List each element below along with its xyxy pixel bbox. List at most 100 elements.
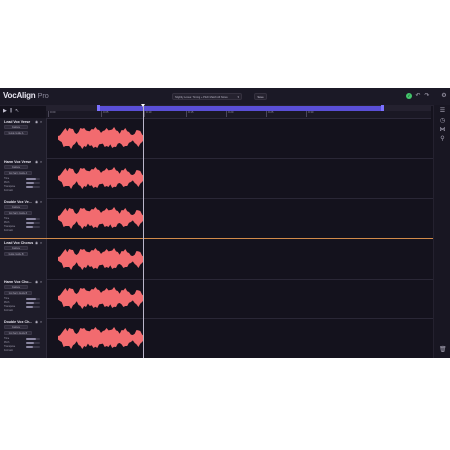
track-panel: Double Vox Ve... ◉ × Capture Gst harm Gu… bbox=[0, 198, 47, 238]
monitor-icon[interactable]: ◉ bbox=[35, 241, 38, 245]
waveform[interactable] bbox=[58, 206, 144, 230]
pitch-slider[interactable] bbox=[26, 301, 40, 304]
play-icon[interactable]: ▶ bbox=[3, 107, 7, 115]
track-panel: Lead Vox Verse ◉ × Capture Guide Guide A bbox=[0, 118, 47, 158]
pitch-slider[interactable] bbox=[26, 181, 40, 184]
close-icon[interactable]: × bbox=[40, 280, 42, 284]
transpose-slider[interactable] bbox=[26, 225, 40, 228]
pitch-label: Pitch bbox=[4, 341, 10, 344]
waveform[interactable] bbox=[58, 126, 144, 150]
track-name: Double Vox Ve... bbox=[4, 200, 32, 204]
monitor-icon[interactable]: ◉ bbox=[35, 320, 38, 324]
track-panel: Lead Vox Chorus ◉ × Capture Guide Guide … bbox=[0, 239, 47, 279]
ruler-tick: 0:20 bbox=[226, 111, 233, 117]
list-icon[interactable]: ☰ bbox=[439, 108, 446, 115]
close-icon[interactable]: × bbox=[40, 200, 42, 204]
preset-dropdown[interactable]: Slightly Loose: Timing + Pitch Match All… bbox=[172, 93, 242, 100]
transpose-slider[interactable] bbox=[26, 345, 40, 348]
monitor-icon[interactable]: ◉ bbox=[35, 120, 38, 124]
time-slider[interactable] bbox=[26, 217, 40, 220]
ruler-tick: 0:00 bbox=[48, 111, 55, 117]
header-bar: VocAlign Pro Slightly Loose: Timing + Pi… bbox=[0, 88, 450, 106]
save-button[interactable]: Save bbox=[254, 93, 267, 100]
time-label: Time bbox=[4, 297, 10, 300]
time-slider[interactable] bbox=[26, 177, 40, 180]
settings-icon[interactable]: ⚙ bbox=[441, 93, 447, 99]
track-panel: Harm Vox Cho... ◉ × Capture Gst harm Gui… bbox=[0, 278, 47, 318]
pitch-label: Pitch bbox=[4, 181, 10, 184]
monitor-icon[interactable]: ◉ bbox=[35, 200, 38, 204]
track-lane[interactable]: Double Vox Ve... ◉ × Capture Gst harm Gu… bbox=[0, 198, 433, 239]
track-lane[interactable]: Double Vox Ch... ◉ × Capture Gst harm Gu… bbox=[0, 318, 433, 358]
pitch-slider[interactable] bbox=[26, 221, 40, 224]
track-name: Double Vox Ch... bbox=[4, 320, 33, 324]
redo-icon[interactable]: ↷ bbox=[424, 93, 430, 99]
track-name: Harm Vox Verse bbox=[4, 160, 32, 164]
vocalign-window: VocAlign Pro Slightly Loose: Timing + Pi… bbox=[0, 88, 450, 358]
role-button[interactable]: Capture bbox=[4, 285, 28, 289]
role-button[interactable]: Capture bbox=[4, 246, 28, 250]
formant-label: Formant bbox=[4, 349, 13, 352]
time-label: Time bbox=[4, 337, 10, 340]
toolbar: ▶ ⫼ ↖ bbox=[3, 107, 19, 115]
transpose-label: Transpose bbox=[4, 225, 16, 228]
pitch-label: Pitch bbox=[4, 221, 10, 224]
time-label: Time bbox=[4, 217, 10, 220]
ruler-tick: 0:30 bbox=[306, 111, 313, 117]
role-button[interactable]: Capture bbox=[4, 325, 28, 329]
role-button[interactable]: Capture bbox=[4, 125, 28, 129]
time-slider[interactable] bbox=[26, 297, 40, 300]
chevron-down-icon: ▾ bbox=[237, 95, 239, 99]
ruler-tick: 0:15 bbox=[186, 111, 193, 117]
transpose-slider[interactable] bbox=[26, 185, 40, 188]
undo-icon[interactable]: ↶ bbox=[415, 93, 421, 99]
preset-select[interactable]: Gst harm Guide A bbox=[4, 171, 32, 175]
track-lane[interactable]: Lead Vox Verse ◉ × Capture Guide Guide A bbox=[0, 118, 433, 159]
monitor-icon[interactable]: ◉ bbox=[35, 280, 38, 284]
pitch-label: Pitch bbox=[4, 301, 10, 304]
waveform[interactable] bbox=[58, 166, 144, 190]
close-icon[interactable]: × bbox=[40, 320, 42, 324]
transpose-label: Transpose bbox=[4, 345, 16, 348]
waveform[interactable] bbox=[58, 326, 144, 350]
trash-icon[interactable]: 🗑 bbox=[439, 347, 447, 354]
role-button[interactable]: Capture bbox=[4, 165, 28, 169]
check-icon[interactable]: ✓ bbox=[406, 93, 412, 99]
close-icon[interactable]: × bbox=[40, 120, 42, 124]
track-panel: Double Vox Ch... ◉ × Capture Gst harm Gu… bbox=[0, 318, 47, 358]
track-lanes: Lead Vox Verse ◉ × Capture Guide Guide A… bbox=[0, 118, 433, 358]
right-rail: ☰ ◷ ⋈ ⚲ 🗑 bbox=[433, 105, 450, 358]
formant-label: Formant bbox=[4, 189, 13, 192]
track-panel: Harm Vox Verse ◉ × Capture Gst harm Guid… bbox=[0, 158, 47, 198]
close-icon[interactable]: × bbox=[40, 241, 42, 245]
preset-select[interactable]: Guide Guide B bbox=[4, 252, 28, 256]
align-icon[interactable]: ⫼ bbox=[10, 107, 12, 115]
waveform[interactable] bbox=[58, 286, 144, 310]
formant-label: Formant bbox=[4, 229, 13, 232]
role-button[interactable]: Capture bbox=[4, 205, 28, 209]
track-lane[interactable]: Lead Vox Chorus ◉ × Capture Guide Guide … bbox=[0, 238, 433, 280]
pitch-slider[interactable] bbox=[26, 341, 40, 344]
track-name: Harm Vox Cho... bbox=[4, 280, 32, 284]
playhead[interactable] bbox=[143, 106, 144, 358]
preset-select[interactable]: Gst harm Guide B bbox=[4, 291, 32, 295]
ruler-tick: 0:25 bbox=[266, 111, 273, 117]
transpose-slider[interactable] bbox=[26, 305, 40, 308]
time-label: Time bbox=[4, 177, 10, 180]
transpose-label: Transpose bbox=[4, 185, 16, 188]
tuning-icon[interactable]: ⋈ bbox=[439, 127, 446, 134]
preset-select[interactable]: Gst harm Guide A bbox=[4, 211, 32, 215]
ruler-tick: 0:05 bbox=[101, 111, 108, 117]
track-lane[interactable]: Harm Vox Verse ◉ × Capture Gst harm Guid… bbox=[0, 158, 433, 199]
monitor-icon[interactable]: ◉ bbox=[35, 160, 38, 164]
transpose-label: Transpose bbox=[4, 305, 16, 308]
clock-icon[interactable]: ◷ bbox=[439, 118, 446, 125]
mix-icon[interactable]: ⚲ bbox=[439, 136, 446, 143]
preset-select[interactable]: Gst harm Guide B bbox=[4, 331, 32, 335]
close-icon[interactable]: × bbox=[40, 160, 42, 164]
waveform[interactable] bbox=[58, 247, 144, 271]
track-lane[interactable]: Harm Vox Cho... ◉ × Capture Gst harm Gui… bbox=[0, 278, 433, 319]
preset-select[interactable]: Guide Guide A bbox=[4, 131, 28, 135]
time-slider[interactable] bbox=[26, 337, 40, 340]
cursor-icon[interactable]: ↖ bbox=[15, 107, 19, 115]
